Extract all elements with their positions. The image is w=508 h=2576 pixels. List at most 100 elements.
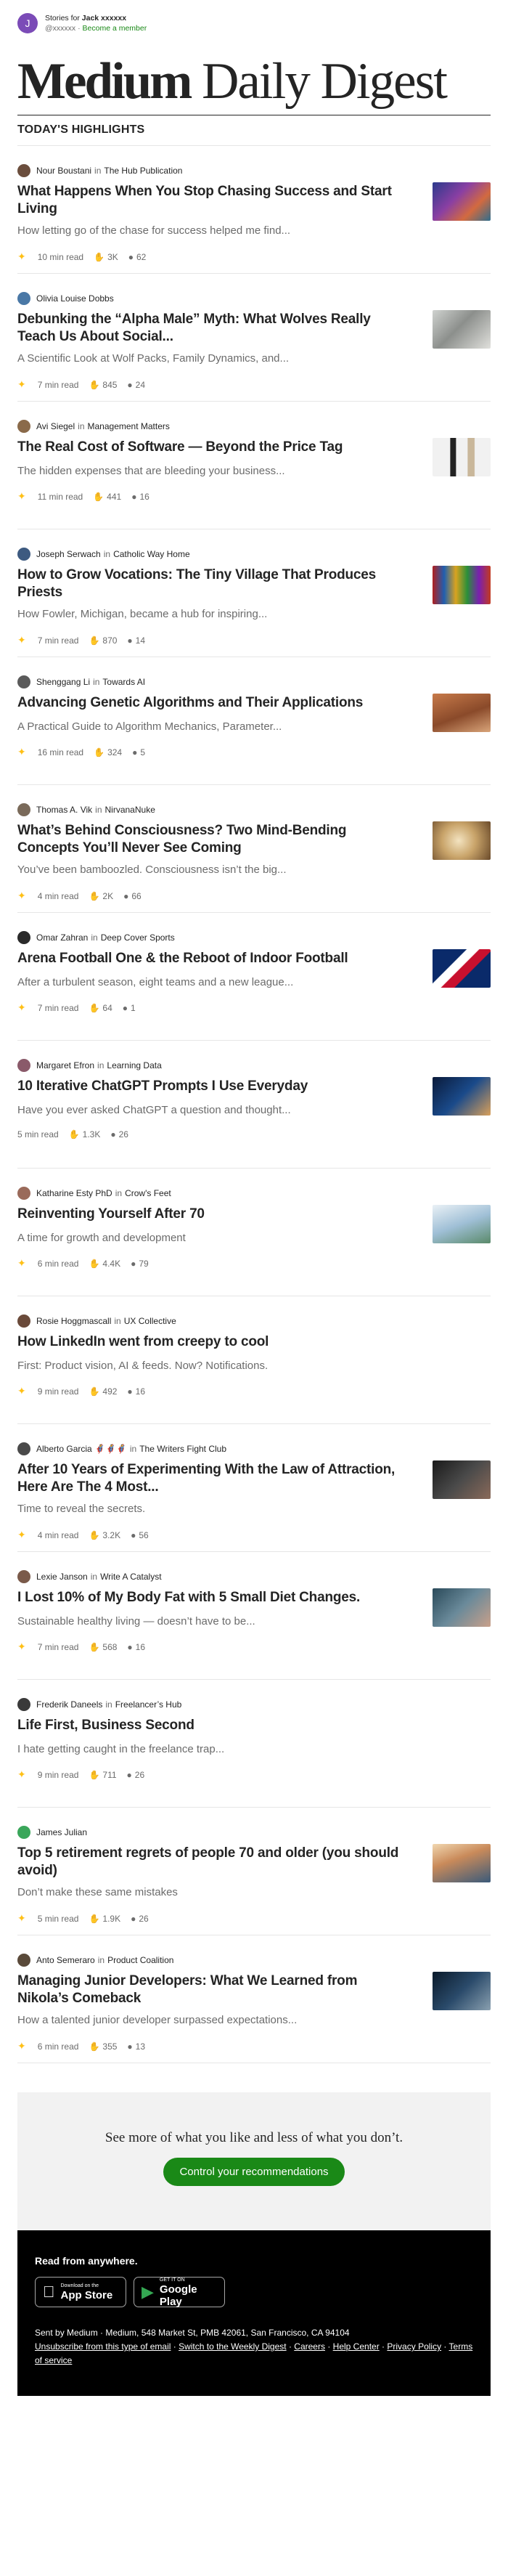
article-item[interactable]: Avi Siegel in Management Matters The Real C… — [17, 402, 491, 529]
article-thumbnail[interactable] — [433, 821, 491, 860]
article-title[interactable]: Managing Junior Developers: What We Lear… — [17, 1972, 409, 2007]
article-title[interactable]: How LinkedIn went from creepy to cool — [17, 1333, 409, 1351]
article-item[interactable]: Lexie Janson in Write A Catalyst I Lost 10%… — [17, 1552, 491, 1680]
article-item[interactable]: Thomas A. Vik in NirvanaNuke What’s Behind … — [17, 785, 491, 913]
author-avatar[interactable] — [17, 420, 30, 433]
article-subtitle[interactable]: How letting go of the chase for success … — [17, 224, 409, 238]
author-name[interactable]: Avi Siegel — [36, 421, 75, 431]
article-thumbnail[interactable] — [433, 438, 491, 476]
privacy-policy-link[interactable]: Privacy Policy — [387, 2341, 441, 2352]
article-title[interactable]: I Lost 10% of My Body Fat with 5 Small D… — [17, 1589, 409, 1606]
article-item[interactable]: Omar Zahran in Deep Cover Sports Arena Foot… — [17, 913, 491, 1041]
author-name[interactable]: James Julian — [36, 1827, 87, 1837]
article-title[interactable]: 10 Iterative ChatGPT Prompts I Use Every… — [17, 1078, 409, 1095]
author-name[interactable]: Katharine Esty PhD — [36, 1188, 112, 1198]
article-title[interactable]: How to Grow Vocations: The Tiny Village … — [17, 566, 409, 601]
control-recommendations-button[interactable]: Control your recommendations — [163, 2158, 345, 2186]
article-subtitle[interactable]: A time for growth and development — [17, 1231, 409, 1246]
author-avatar[interactable] — [17, 675, 30, 688]
author-name[interactable]: Thomas A. Vik — [36, 805, 92, 815]
article-thumbnail[interactable] — [433, 1205, 491, 1243]
article-subtitle[interactable]: I hate getting caught in the freelance t… — [17, 1742, 409, 1757]
article-item[interactable]: Anto Semeraro in Product Coalition Managing… — [17, 1935, 491, 2063]
article-title[interactable]: Life First, Business Second — [17, 1717, 409, 1734]
author-name[interactable]: Nour Boustani — [36, 166, 91, 176]
author-avatar[interactable] — [17, 1698, 30, 1711]
article-subtitle[interactable]: A Scientific Look at Wolf Packs, Family … — [17, 352, 409, 366]
article-thumbnail[interactable] — [433, 566, 491, 604]
article-subtitle[interactable]: A Practical Guide to Algorithm Mechanics… — [17, 720, 409, 734]
article-title[interactable]: Advancing Genetic Algorithms and Their A… — [17, 694, 409, 712]
author-name[interactable]: Margaret Efron — [36, 1060, 94, 1070]
article-title[interactable]: What’s Behind Consciousness? Two Mind-Be… — [17, 822, 409, 857]
article-title[interactable]: Top 5 retirement regrets of people 70 an… — [17, 1845, 409, 1880]
author-avatar[interactable] — [17, 803, 30, 816]
publication-name[interactable]: Towards AI — [102, 677, 145, 687]
app-store-badge[interactable]:  Download on the App Store — [35, 2277, 126, 2307]
careers-link[interactable]: Careers — [294, 2341, 325, 2352]
author-name[interactable]: Shenggang Li — [36, 677, 90, 687]
author-avatar[interactable] — [17, 292, 30, 305]
author-name[interactable]: Frederik Daneels — [36, 1699, 102, 1710]
article-title[interactable]: What Happens When You Stop Chasing Succe… — [17, 183, 409, 218]
publication-name[interactable]: Deep Cover Sports — [101, 933, 175, 943]
article-thumbnail[interactable] — [433, 182, 491, 221]
author-avatar[interactable] — [17, 1570, 30, 1583]
author-avatar[interactable] — [17, 1187, 30, 1200]
help-center-link[interactable]: Help Center — [333, 2341, 380, 2352]
publication-name[interactable]: The Writers Fight Club — [139, 1444, 226, 1454]
article-title[interactable]: Reinventing Yourself After 70 — [17, 1206, 409, 1223]
article-title[interactable]: After 10 Years of Experimenting With the… — [17, 1461, 409, 1496]
article-item[interactable]: Nour Boustani in The Hub Publication What H… — [17, 146, 491, 274]
publication-name[interactable]: The Hub Publication — [104, 166, 182, 176]
article-thumbnail[interactable] — [433, 1333, 491, 1371]
article-thumbnail[interactable] — [433, 1972, 491, 2010]
publication-name[interactable]: Product Coalition — [107, 1955, 173, 1965]
author-name[interactable]: Joseph Serwach — [36, 549, 101, 559]
publication-name[interactable]: NirvanaNuke — [105, 805, 155, 815]
article-thumbnail[interactable] — [433, 949, 491, 988]
article-subtitle[interactable]: You’ve been bamboozled. Consciousness is… — [17, 863, 409, 877]
unsubscribe-link[interactable]: Unsubscribe from this type of email — [35, 2341, 171, 2352]
article-item[interactable]: Rosie Hoggmascall in UX Collective How Link… — [17, 1296, 491, 1424]
author-name[interactable]: Omar Zahran — [36, 933, 88, 943]
article-title[interactable]: Debunking the “Alpha Male” Myth: What Wo… — [17, 311, 409, 346]
article-title[interactable]: Arena Football One & the Reboot of Indoo… — [17, 950, 409, 967]
account-avatar[interactable]: J — [17, 13, 38, 33]
author-avatar[interactable] — [17, 548, 30, 561]
publication-name[interactable]: Management Matters — [88, 421, 170, 431]
article-subtitle[interactable]: The hidden expenses that are bleeding yo… — [17, 464, 409, 479]
article-thumbnail[interactable] — [433, 1716, 491, 1755]
author-name[interactable]: Olivia Louise Dobbs — [36, 293, 114, 304]
article-item[interactable]: Joseph Serwach in Catholic Way Home How to … — [17, 529, 491, 657]
publication-name[interactable]: Learning Data — [107, 1060, 161, 1070]
article-item[interactable]: Frederik Daneels in Freelancer’s Hub Life F… — [17, 1680, 491, 1808]
article-item[interactable]: Alberto Garcia 🦸🦸🦸 in The Writers Fight Cl… — [17, 1424, 491, 1552]
article-subtitle[interactable]: After a turbulent season, eight teams an… — [17, 975, 409, 990]
author-name[interactable]: Lexie Janson — [36, 1572, 88, 1582]
article-subtitle[interactable]: Have you ever asked ChatGPT a question a… — [17, 1103, 409, 1118]
article-thumbnail[interactable] — [433, 1077, 491, 1116]
author-avatar[interactable] — [17, 164, 30, 177]
article-item[interactable]: Shenggang Li in Towards AI Advancing Geneti… — [17, 657, 491, 785]
google-play-badge[interactable]: ▶ GET IT ON Google Play — [134, 2277, 225, 2308]
article-subtitle[interactable]: Time to reveal the secrets. — [17, 1502, 409, 1516]
weekly-digest-link[interactable]: Switch to the Weekly Digest — [179, 2341, 287, 2352]
article-subtitle[interactable]: First: Product vision, AI & feeds. Now? … — [17, 1359, 409, 1373]
become-member-link[interactable]: Become a member — [83, 24, 147, 33]
article-thumbnail[interactable] — [433, 1460, 491, 1499]
publication-name[interactable]: UX Collective — [124, 1316, 176, 1326]
article-thumbnail[interactable] — [433, 694, 491, 732]
author-avatar[interactable] — [17, 931, 30, 944]
author-avatar[interactable] — [17, 1059, 30, 1072]
article-thumbnail[interactable] — [433, 1844, 491, 1882]
author-avatar[interactable] — [17, 1826, 30, 1839]
article-subtitle[interactable]: Sustainable healthy living — doesn’t hav… — [17, 1614, 409, 1629]
author-avatar[interactable] — [17, 1954, 30, 1967]
article-subtitle[interactable]: How Fowler, Michigan, became a hub for i… — [17, 607, 409, 622]
article-item[interactable]: Margaret Efron in Learning Data 10 Iterativ… — [17, 1041, 491, 1169]
author-avatar[interactable] — [17, 1315, 30, 1328]
article-subtitle[interactable]: How a talented junior developer surpasse… — [17, 2013, 409, 2028]
article-item[interactable]: Olivia Louise Dobbs Debunking the “Alpha … — [17, 274, 491, 402]
article-item[interactable]: James Julian Top 5 retirement regrets of … — [17, 1808, 491, 1935]
